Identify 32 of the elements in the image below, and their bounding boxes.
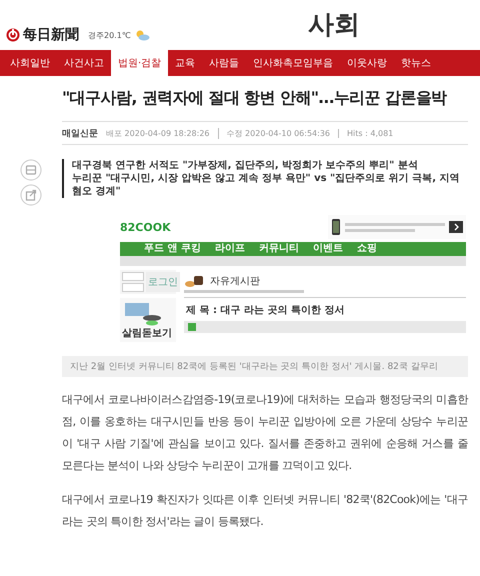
article-paragraph: 대구에서 코로나19 확진자가 잇따른 이후 인터넷 커뮤니티 '82쿡'(82Cook)에는 '대구라는 곳의 특이한 정서'라는 글이 등록됐다. (62, 492, 468, 530)
nav-tab[interactable]: 핫뉴스 (394, 50, 438, 76)
nav-tab[interactable]: 사회일반 (3, 50, 57, 76)
hits-count: Hits : 4,081 (338, 128, 394, 138)
chevron-right-icon (449, 221, 463, 233)
print-icon[interactable] (20, 159, 42, 181)
nav-tab[interactable]: 인사화촉모임부음 (246, 50, 340, 76)
nav-tab[interactable]: 교육 (168, 50, 202, 76)
weather-text: 경주20.1℃ (88, 30, 131, 40)
cookware-icon (122, 300, 162, 326)
summary-line: 누리꾼 "대구시민, 시장 압박은 않고 계속 정부 욕만" vs "집단주의로 위기 극복, 지역혐오 경계" (72, 172, 460, 198)
source-name: 매일신문 (62, 128, 98, 140)
summary-line: 대구경북 연구한 서적도 "가부장제, 집단주의, 박정희가 보수주의 뿌리" 분석 (72, 159, 419, 172)
article-title: "대구사람, 권력자에 절대 항변 안해"…누리꾼 갑론을박 (62, 88, 448, 109)
modified-date: 수정 2020-04-10 06:54:36 (218, 128, 330, 138)
board-title: 자유게시판 (210, 275, 260, 288)
nav-tab[interactable]: 법원·검찰 (111, 50, 168, 76)
banner-title: 살림돋보기 (122, 327, 173, 340)
nav-tab[interactable]: 이웃사랑 (340, 50, 394, 76)
phone-icon (331, 218, 341, 236)
logo-icon (6, 28, 20, 42)
sun-cloud-icon (134, 29, 150, 41)
share-icon[interactable] (20, 184, 42, 206)
article-paragraph: 대구에서 코로나바이러스감염증-19(코로나19)에 대처하는 모습과 행정당국의 미흡한 점, 이를 옹호하는 대구시민들 반응 등이 누리꾼 입방아에 오른 가운데 상당수 누리꾼이 '대구 사람 기질'에 관심을 보이고 있다. 질서를 존중하고 권위에 순응해 거스를 줄 모른다는 분석이 나와 상당수 누리꾼이 고개를 끄덕이고 있다. (62, 392, 468, 474)
nav-tab[interactable]: 사건사고 (57, 50, 111, 76)
logo-text[interactable]: 每日新聞 (23, 26, 79, 44)
published-date: 배포 2020-04-09 18:28:26 (106, 128, 210, 138)
coffee-icon (184, 274, 206, 288)
nav-tab[interactable]: 사람들 (202, 50, 246, 76)
figure-caption: 지난 2월 인터넷 커뮤니티 82쿡에 등록된 '대구라는 곳의 특이한 정서' 게시물. 82쿡 갈무리 (62, 356, 468, 377)
section-title: 사회 (308, 9, 360, 42)
site-logo: 82COOK (120, 220, 171, 234)
